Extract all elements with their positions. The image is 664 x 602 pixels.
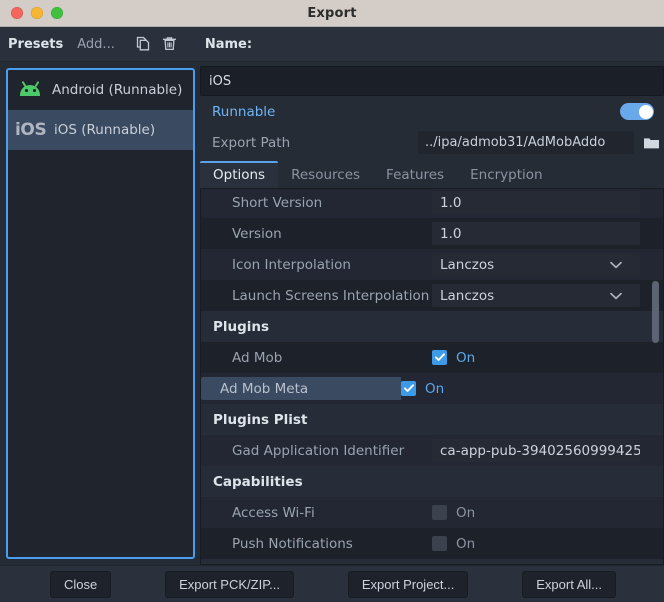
property-value[interactable]: ca-app-pub-394025609994254 [432,439,663,462]
property-checkbox-label: On [456,535,476,552]
ios-icon: iOS [15,119,47,140]
tab-resources[interactable]: Resources [278,161,373,188]
runnable-row: Runnable [200,96,664,127]
presets-list[interactable]: Android (Runnable) iOS iOS (Runnable) [6,68,195,559]
preset-name-value: iOS [209,73,232,89]
property-checkbox-label: On [456,504,476,521]
dialog-footer: Close Export PCK/ZIP... Export Project..… [0,565,664,602]
close-button[interactable]: Close [50,570,112,598]
property-label: Icon Interpolation [232,256,351,273]
property-checkbox[interactable] [432,505,447,520]
property-label: Version [232,225,282,242]
property-value[interactable]: 1.0 [432,191,663,214]
chevron-down-icon [610,261,632,269]
property-checkbox[interactable] [432,350,447,365]
property-label: Launch Screens Interpolation [232,287,430,304]
options-property-list[interactable]: Short Version 1.0 Version 1.0 Icon Interpola… [200,188,664,565]
property-checkbox-label: On [425,380,445,397]
property-label: Short Version [232,194,323,211]
chevron-down-icon [610,292,632,300]
trash-icon[interactable] [157,32,183,56]
property-row[interactable]: Version 1.0 [201,218,663,249]
property-text-input[interactable]: ca-app-pub-394025609994254 [432,439,640,462]
property-value[interactable]: 1.0 [432,222,663,245]
property-label: Ad Mob Meta [201,377,401,400]
preset-detail-panel: iOS Runnable Export Path ../ipa/admob31/… [195,62,664,565]
property-label: Plugins Plist [213,411,308,428]
property-section-header: Plugins Plist [201,404,663,435]
property-row[interactable]: Icon Interpolation Lanczos [201,249,663,280]
export-path-row: Export Path ../ipa/admob31/AdMobAddo [200,127,664,158]
property-checkbox[interactable] [401,381,416,396]
property-label: Ad Mob [232,349,283,366]
property-section-header: User Data [201,559,663,564]
property-dropdown[interactable]: Lanczos [432,284,640,307]
property-row[interactable]: Launch Screens Interpolation Lanczos [201,280,663,311]
export-dialog-window: Export Presets Add... Name: Android (Run… [0,0,664,602]
preset-name-input[interactable]: iOS [200,66,664,96]
export-project-button[interactable]: Export Project... [347,570,469,598]
runnable-toggle[interactable] [620,103,654,120]
property-value[interactable]: On [432,536,663,552]
property-label: Gad Application Identifier [232,442,405,459]
property-checkbox-label: On [456,349,476,366]
property-section-header: Plugins [201,311,663,342]
property-label: Push Notifications [232,535,353,552]
property-dropdown[interactable]: Lanczos [432,253,640,276]
window-title: Export [307,5,357,21]
export-pck-zip-button[interactable]: Export PCK/ZIP... [165,570,295,598]
export-path-value: ../ipa/admob31/AdMobAddo [425,135,606,150]
property-value[interactable]: On [432,505,663,521]
export-path-input[interactable]: ../ipa/admob31/AdMobAddo [418,131,634,154]
tab-options[interactable]: Options [200,161,279,188]
preset-item-ios[interactable]: iOS iOS (Runnable) [8,110,193,150]
add-preset-button[interactable]: Add... [77,37,115,52]
property-value[interactable]: On [401,381,663,397]
property-row[interactable]: Short Version 1.0 [201,189,663,218]
detail-tabs[interactable]: Options Resources Features Encryption [200,161,664,188]
property-value[interactable]: Lanczos [432,284,663,307]
export-path-label: Export Path [212,134,291,151]
presets-toolbar: Presets Add... Name: [0,27,664,62]
export-all-button[interactable]: Export All... [522,570,616,598]
tab-features[interactable]: Features [373,161,457,188]
preset-label: Android (Runnable) [52,82,183,98]
property-row[interactable]: Gad Application Identifier ca-app-pub-394… [201,435,663,466]
property-text-input[interactable]: 1.0 [432,222,640,245]
property-section-header: Capabilities [201,466,663,497]
property-row[interactable]: Push Notifications On [201,528,663,559]
property-checkbox[interactable] [432,536,447,551]
property-label: Plugins [213,318,270,335]
android-icon [17,80,43,99]
presets-label: Presets [8,36,64,52]
property-value[interactable]: On [432,350,663,366]
property-value[interactable]: Lanczos [432,253,663,276]
property-label: Access Wi-Fi [232,504,315,521]
property-row[interactable]: Ad Mob Meta On [201,373,663,404]
property-label-selected: Ad Mob Meta [201,377,401,400]
tab-encryption[interactable]: Encryption [457,161,555,188]
folder-icon[interactable] [638,136,664,150]
duplicate-icon[interactable] [131,32,157,56]
preset-item-android[interactable]: Android (Runnable) [8,70,193,110]
property-text-input[interactable]: 1.0 [432,191,640,214]
runnable-label: Runnable [212,103,276,120]
title-bar: Export [0,0,664,27]
name-label: Name: [204,36,253,52]
property-row[interactable]: Access Wi-Fi On [201,497,663,528]
scrollbar-thumb[interactable] [652,280,659,344]
preset-label: iOS (Runnable) [54,122,156,138]
property-row[interactable]: Ad Mob On [201,342,663,373]
property-label: Capabilities [213,473,303,490]
property-list-scrollbar[interactable] [651,192,660,561]
dialog-body: Android (Runnable) iOS iOS (Runnable) iO… [0,62,664,565]
